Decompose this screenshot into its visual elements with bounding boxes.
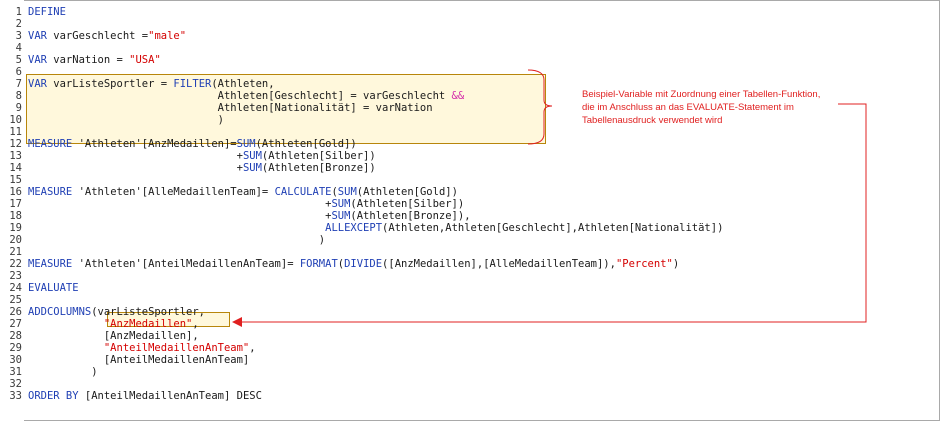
- annotation-brace: [527, 69, 553, 145]
- annotation-arrowhead: [232, 317, 242, 327]
- annotation-graphics: [232, 69, 867, 327]
- annotation-connector: [240, 103, 867, 323]
